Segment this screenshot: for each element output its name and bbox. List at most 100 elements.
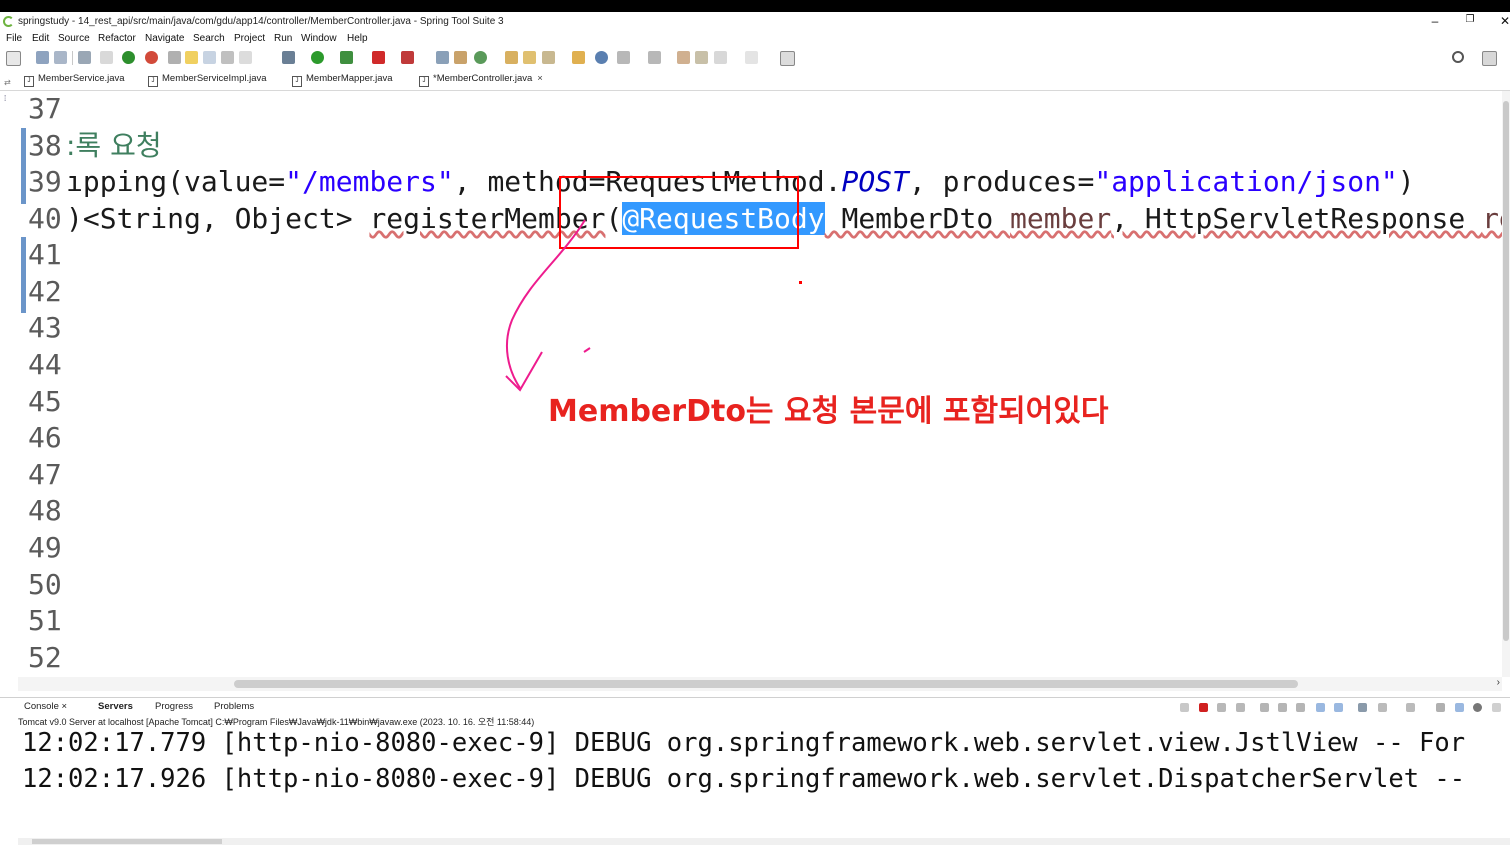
line-number: 51 bbox=[28, 604, 62, 637]
new-java-project-icon[interactable] bbox=[436, 51, 449, 64]
back-history-icon[interactable] bbox=[695, 51, 708, 64]
code-token: MemberDto bbox=[824, 202, 1011, 235]
minimize-view-icon[interactable] bbox=[1492, 703, 1501, 712]
scroll-thumb[interactable] bbox=[234, 680, 1298, 688]
skip-breakpoints-icon[interactable] bbox=[100, 51, 113, 64]
scroll-lock-icon[interactable] bbox=[1278, 703, 1287, 712]
console-output-line: 12:02:17.926 [http-nio-8080-exec-9] DEBU… bbox=[22, 764, 1466, 794]
open-console-icon[interactable] bbox=[1406, 703, 1415, 712]
menu-refactor[interactable]: Refactor bbox=[98, 33, 136, 44]
view-menu-icon[interactable] bbox=[1455, 703, 1464, 712]
last-edit-icon[interactable] bbox=[677, 51, 690, 64]
tab-console[interactable]: Console × bbox=[24, 701, 67, 712]
search-icon[interactable] bbox=[1452, 51, 1464, 63]
highlight-icon[interactable] bbox=[185, 51, 198, 64]
new-class-icon[interactable] bbox=[474, 51, 487, 64]
code-token: , HttpServletResponse bbox=[1111, 202, 1483, 235]
close-tab-icon[interactable]: × bbox=[537, 73, 543, 84]
tab-label: Console bbox=[24, 701, 59, 712]
back-icon[interactable] bbox=[714, 51, 727, 64]
pin-console-icon[interactable] bbox=[1358, 703, 1367, 712]
close-tab-icon[interactable]: × bbox=[62, 701, 68, 712]
line-number: 48 bbox=[28, 494, 62, 527]
show-stdout-icon[interactable] bbox=[1316, 703, 1325, 712]
close-button[interactable]: ✕ bbox=[1491, 14, 1510, 30]
tab-servers[interactable]: Servers bbox=[98, 701, 133, 712]
gear-icon[interactable] bbox=[1473, 703, 1482, 712]
save-all-icon[interactable] bbox=[54, 51, 67, 64]
refresh-icon[interactable] bbox=[145, 51, 158, 64]
start-server-icon[interactable] bbox=[122, 51, 135, 64]
remove-launch-icon[interactable] bbox=[1217, 703, 1226, 712]
editor-vertical-scrollbar[interactable] bbox=[1502, 91, 1510, 677]
line-number: 45 bbox=[28, 385, 62, 418]
menu-project[interactable]: Project bbox=[234, 33, 265, 44]
scroll-right-icon[interactable]: › bbox=[1497, 677, 1500, 688]
console-horizontal-scrollbar[interactable] bbox=[18, 838, 1510, 845]
clear-console-icon[interactable] bbox=[1260, 703, 1269, 712]
package-explorer-icon[interactable]: ⁞ bbox=[4, 94, 6, 103]
window-title: springstudy - 14_rest_api/src/main/java/… bbox=[18, 16, 504, 27]
menu-edit[interactable]: Edit bbox=[32, 33, 49, 44]
previous-annotation-icon[interactable] bbox=[648, 51, 661, 64]
open-task-icon[interactable] bbox=[523, 51, 536, 64]
open-type-icon[interactable] bbox=[168, 51, 181, 64]
save-icon[interactable] bbox=[36, 51, 49, 64]
selected-annotation[interactable]: @RequestBody bbox=[622, 202, 825, 235]
debug-icon[interactable] bbox=[282, 51, 295, 64]
menu-search[interactable]: Search bbox=[193, 33, 225, 44]
java-file-icon: J bbox=[24, 76, 34, 87]
server-action-icon[interactable] bbox=[1180, 703, 1189, 712]
menu-navigate[interactable]: Navigate bbox=[145, 33, 184, 44]
perspective-icon[interactable] bbox=[1482, 51, 1497, 66]
search-folder-icon[interactable] bbox=[572, 51, 585, 64]
outline-icon[interactable]: ⇄ bbox=[4, 78, 11, 87]
menu-source[interactable]: Source bbox=[58, 33, 90, 44]
main-toolbar bbox=[0, 48, 1510, 68]
show-whitespace-icon[interactable] bbox=[239, 51, 252, 64]
editor-horizontal-scrollbar[interactable]: › bbox=[18, 677, 1502, 691]
code-token: )<String, Object> bbox=[66, 202, 370, 235]
display-console-icon[interactable] bbox=[1378, 703, 1387, 712]
globe-icon[interactable] bbox=[595, 51, 608, 64]
run-icon[interactable] bbox=[311, 51, 324, 64]
remove-all-icon[interactable] bbox=[1236, 703, 1245, 712]
next-annotation-icon[interactable] bbox=[617, 51, 630, 64]
coverage-icon[interactable] bbox=[340, 51, 353, 64]
menu-window[interactable]: Window bbox=[301, 33, 337, 44]
pin-editor-icon[interactable] bbox=[780, 51, 795, 66]
external-tools-icon[interactable] bbox=[401, 51, 414, 64]
scroll-thumb[interactable] bbox=[32, 839, 222, 844]
code-editor[interactable]: 37 38:록 요청 39 ıpping(value="/members", me… bbox=[18, 91, 1502, 677]
show-stderr-icon[interactable] bbox=[1334, 703, 1343, 712]
tab-problems[interactable]: Problems bbox=[214, 701, 254, 712]
menu-help[interactable]: Help bbox=[347, 33, 368, 44]
block-select-icon[interactable] bbox=[221, 51, 234, 64]
new-package-icon[interactable] bbox=[454, 51, 467, 64]
toggle-mark-icon[interactable] bbox=[203, 51, 216, 64]
print-icon[interactable] bbox=[78, 51, 91, 64]
tab-member-mapper[interactable]: J MemberMapper.java bbox=[292, 73, 393, 89]
tab-member-controller[interactable]: J *MemberController.java × bbox=[419, 73, 543, 89]
new-icon[interactable] bbox=[6, 51, 21, 66]
java-file-icon: J bbox=[292, 76, 302, 87]
tab-progress[interactable]: Progress bbox=[155, 701, 193, 712]
method-name: registerMember bbox=[369, 202, 606, 235]
terminate-icon[interactable] bbox=[1199, 703, 1208, 712]
restore-button[interactable]: ❐ bbox=[1456, 14, 1484, 30]
minimize-button[interactable]: – bbox=[1421, 14, 1449, 30]
tab-label: *MemberController.java bbox=[433, 73, 533, 84]
tab-member-service-impl[interactable]: J MemberServiceImpl.java bbox=[148, 73, 267, 89]
open-folder-icon[interactable] bbox=[505, 51, 518, 64]
string-literal: "/members" bbox=[285, 165, 454, 198]
menu-run[interactable]: Run bbox=[274, 33, 292, 44]
forward-icon[interactable] bbox=[745, 51, 758, 64]
word-wrap-icon[interactable] bbox=[1296, 703, 1305, 712]
stop-icon[interactable] bbox=[372, 51, 385, 64]
line-number: 37 bbox=[28, 92, 62, 125]
console-settings-icon[interactable] bbox=[1436, 703, 1445, 712]
pen-icon[interactable] bbox=[542, 51, 555, 64]
tab-member-service[interactable]: J MemberService.java bbox=[24, 73, 125, 89]
menu-file[interactable]: File bbox=[6, 33, 22, 44]
scroll-thumb[interactable] bbox=[1503, 101, 1509, 641]
